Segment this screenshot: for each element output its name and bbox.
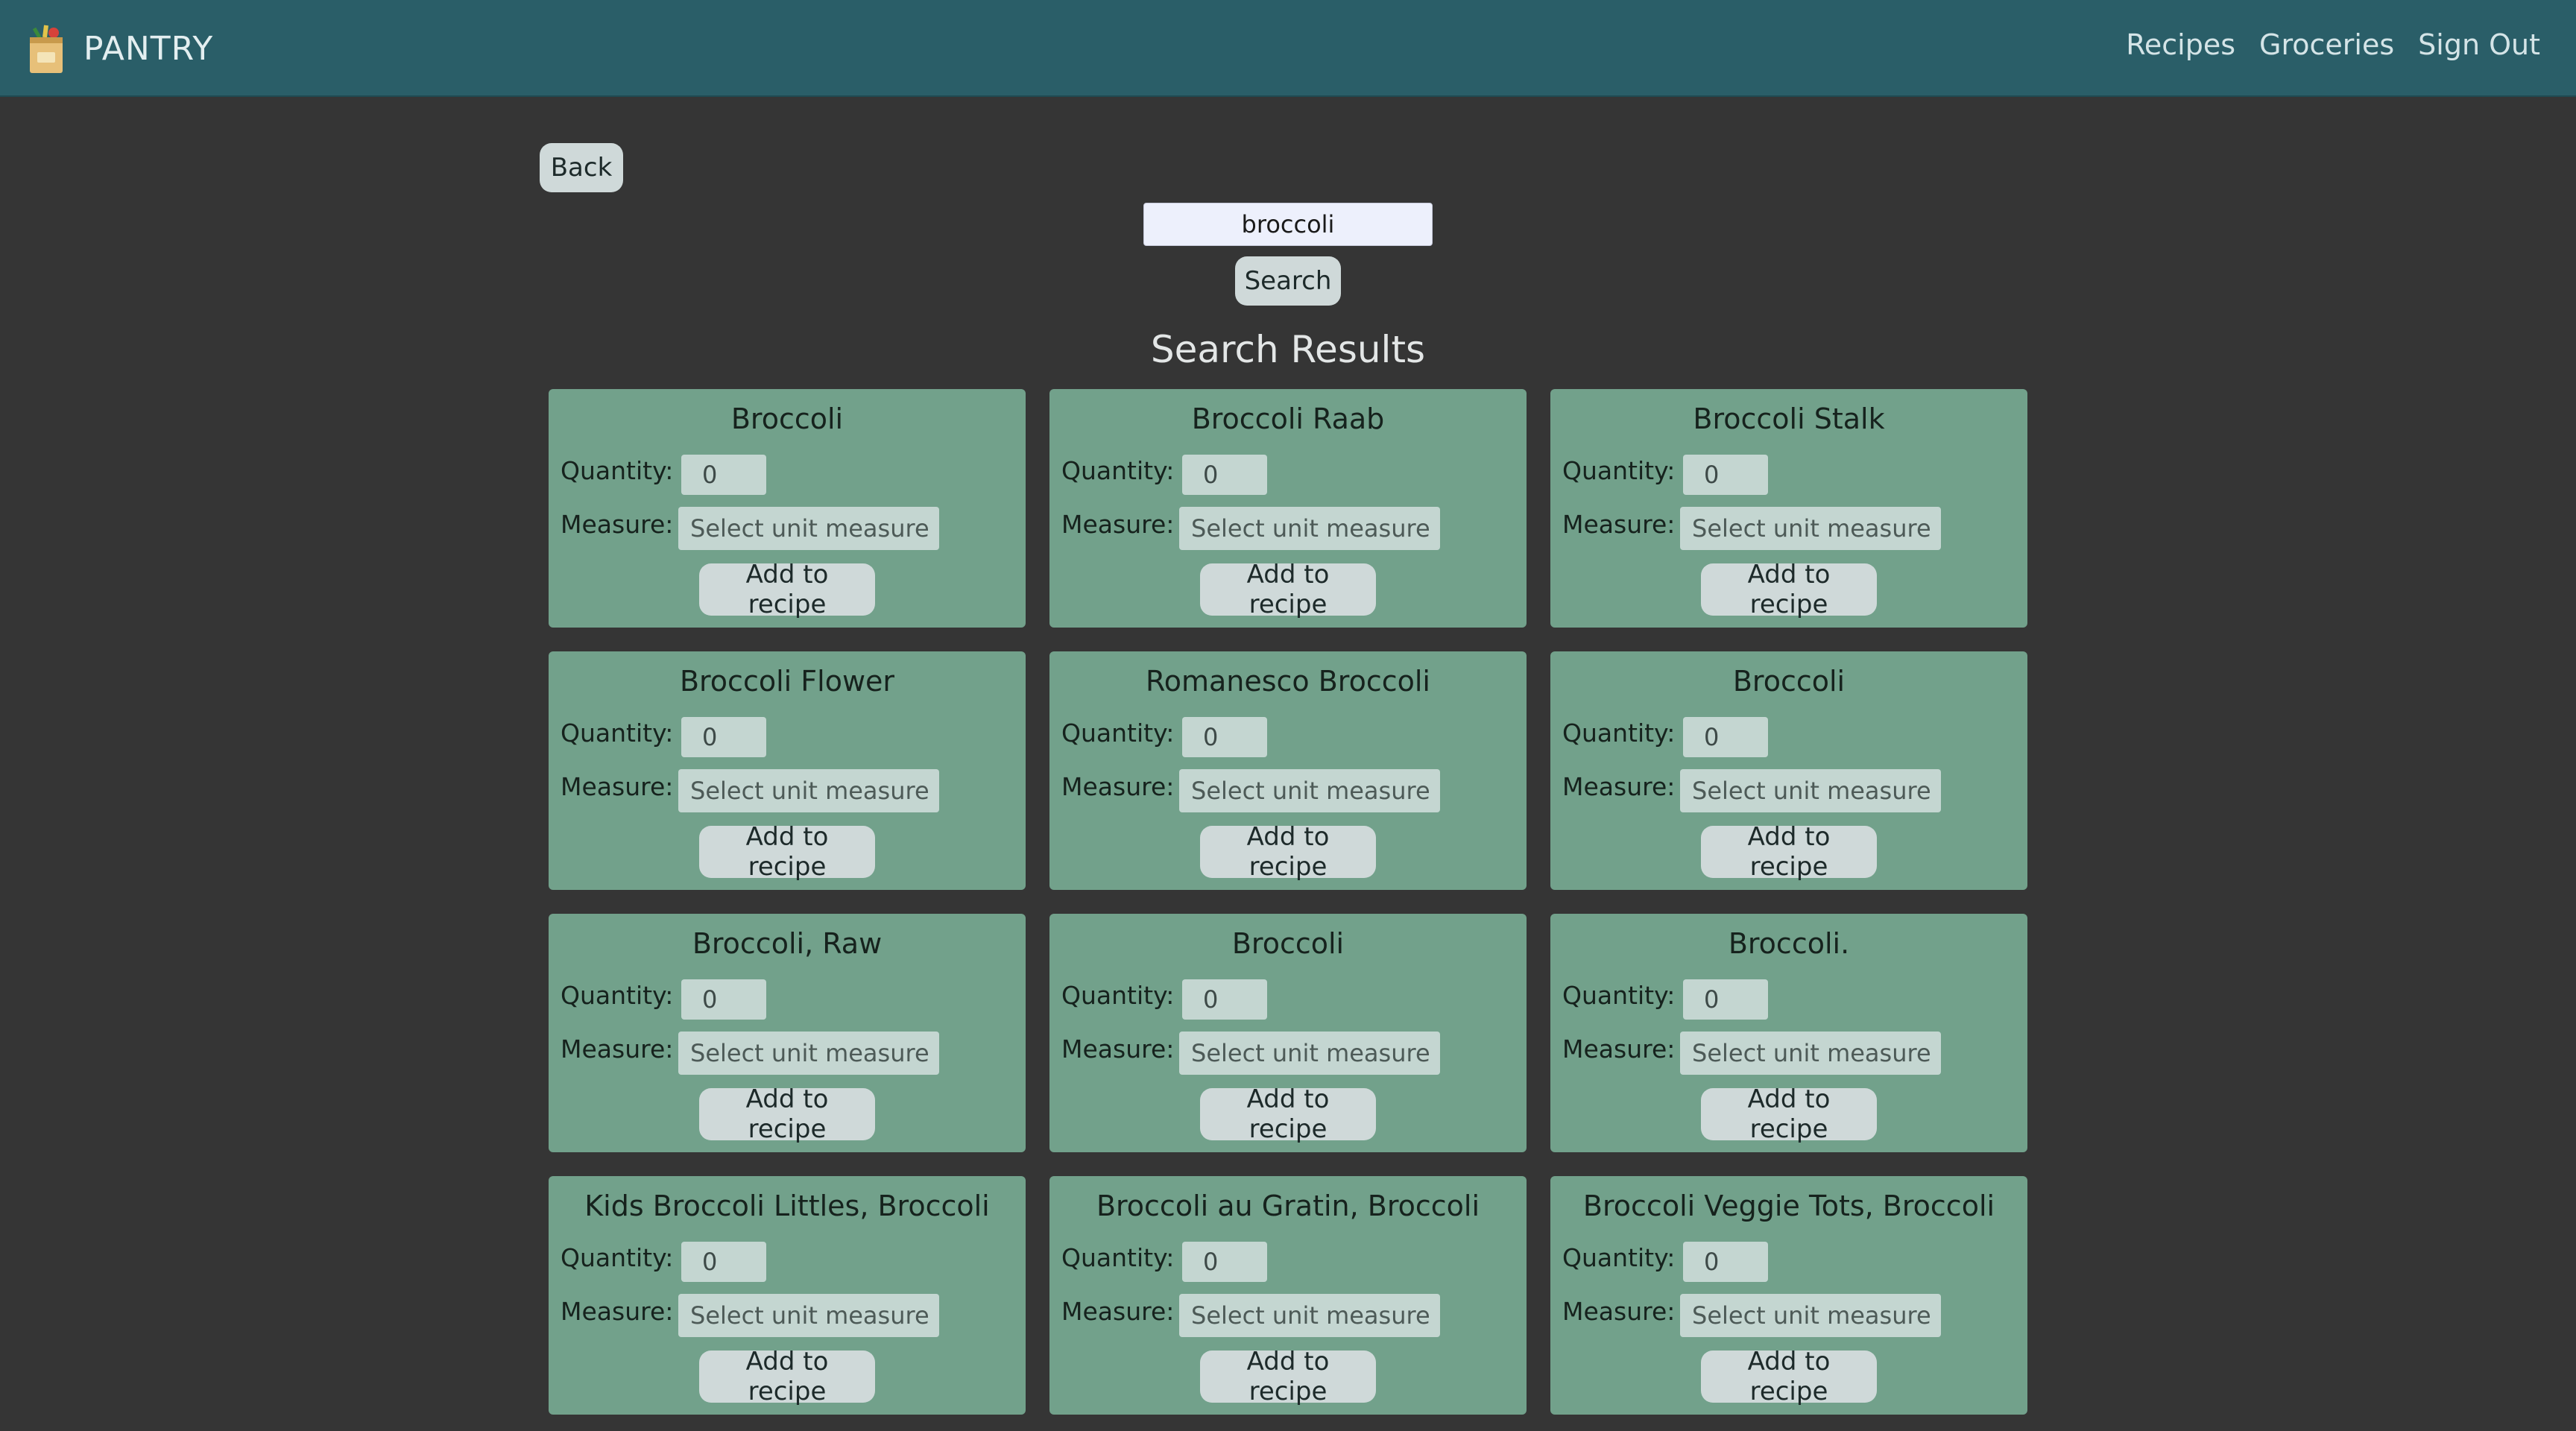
result-card: Broccoli au Gratin, Broccoli Quantity: Mea… <box>1049 1176 1527 1415</box>
measure-label: Measure: <box>1562 510 1676 539</box>
result-card: Broccoli, Raw Quantity: Measure:Select uni… <box>549 914 1026 1152</box>
add-to-recipe-button[interactable]: Add to recipe <box>1200 822 1376 882</box>
result-card: Broccoli FlowerQuantity: Measure:Select u… <box>549 651 1026 890</box>
quantity-label: Quantity: <box>1562 456 1676 485</box>
results-title: Search Results <box>1150 328 1426 371</box>
pantry-bag-icon <box>24 22 69 75</box>
nav-link-groceries[interactable]: Groceries <box>2259 28 2394 61</box>
nav-link-recipes[interactable]: Recipes <box>2126 28 2235 61</box>
quantity-input[interactable] <box>1683 717 1768 757</box>
quantity-label: Quantity: <box>1562 718 1676 748</box>
quantity-label: Quantity: <box>561 981 674 1010</box>
add-to-recipe-button[interactable]: Add to recipe <box>1200 560 1376 619</box>
search-button[interactable]: Search <box>1235 256 1341 306</box>
quantity-input[interactable] <box>681 979 766 1020</box>
quantity-input[interactable] <box>1683 979 1768 1020</box>
quantity-input[interactable] <box>681 1242 766 1282</box>
brand-name: PANTRY <box>83 29 214 68</box>
ingredient-name: Broccoli au Gratin, Broccoli <box>1096 1190 1480 1222</box>
result-card: Broccoli Veggie Tots, Broccoli Quantity: M… <box>1550 1176 2027 1415</box>
result-card: Kids Broccoli Littles, Broccoli Quantity:… <box>549 1176 1026 1415</box>
measure-select[interactable]: Select unit measure <box>1680 769 1941 812</box>
quantity-label: Quantity: <box>1562 981 1676 1010</box>
quantity-label: Quantity: <box>1061 981 1175 1010</box>
measure-label: Measure: <box>561 772 674 801</box>
add-to-recipe-button[interactable]: Add to recipe <box>699 560 875 619</box>
ingredient-name: Broccoli Stalk <box>1693 402 1885 435</box>
quantity-input[interactable] <box>1182 455 1267 495</box>
nav-links: Recipes Groceries Sign Out <box>2126 28 2540 61</box>
quantity-label: Quantity: <box>561 718 674 748</box>
search-input[interactable] <box>1143 203 1433 246</box>
quantity-label: Quantity: <box>561 456 674 485</box>
measure-label: Measure: <box>561 1034 674 1064</box>
nav-link-sign-out[interactable]: Sign Out <box>2418 28 2540 61</box>
quantity-input[interactable] <box>1182 979 1267 1020</box>
add-to-recipe-button[interactable]: Add to recipe <box>1200 1084 1376 1144</box>
result-card: Broccoli Raab Quantity: Measure:Select uni… <box>1049 389 1527 628</box>
measure-label: Measure: <box>1061 510 1175 539</box>
quantity-input[interactable] <box>681 455 766 495</box>
add-to-recipe-button[interactable]: Add to recipe <box>1200 1347 1376 1406</box>
quantity-input[interactable] <box>1182 717 1267 757</box>
add-to-recipe-button[interactable]: Add to recipe <box>1701 822 1877 882</box>
measure-label: Measure: <box>1061 1297 1175 1326</box>
measure-label: Measure: <box>561 510 674 539</box>
top-navbar: PANTRY Recipes Groceries Sign Out <box>0 0 2576 97</box>
result-card: Broccoli Quantity: Measure:Select unit mea… <box>549 389 1026 628</box>
ingredient-name: Broccoli Flower <box>679 665 895 698</box>
measure-label: Measure: <box>1562 1297 1676 1326</box>
quantity-input[interactable] <box>1683 1242 1768 1282</box>
quantity-input[interactable] <box>1182 1242 1267 1282</box>
measure-select[interactable]: Select unit measure <box>1680 1032 1941 1075</box>
measure-select[interactable]: Select unit measure <box>1179 507 1440 550</box>
measure-select[interactable]: Select unit measure <box>1680 507 1941 550</box>
add-to-recipe-button[interactable]: Add to recipe <box>1701 560 1877 619</box>
measure-label: Measure: <box>561 1297 674 1326</box>
result-card: Romanesco Broccoli Quantity: Measure:Selec… <box>1049 651 1527 890</box>
measure-label: Measure: <box>1061 772 1175 801</box>
quantity-label: Quantity: <box>1061 718 1175 748</box>
measure-select[interactable]: Select unit measure <box>1680 1294 1941 1337</box>
quantity-label: Quantity: <box>1061 456 1175 485</box>
ingredient-name: Romanesco Broccoli <box>1146 665 1430 698</box>
ingredient-name: Broccoli <box>730 402 844 435</box>
result-card: Broccoli. Quantity: Measure:Select unit me… <box>1550 914 2027 1152</box>
ingredient-name: Broccoli Raab <box>1191 402 1385 435</box>
measure-label: Measure: <box>1562 1034 1676 1064</box>
ingredient-name: Broccoli, Raw <box>692 927 883 960</box>
measure-label: Measure: <box>1061 1034 1175 1064</box>
quantity-input[interactable] <box>1683 455 1768 495</box>
result-card: Broccoli Quantity: Measure:Select unit mea… <box>1550 651 2027 890</box>
brand[interactable]: PANTRY <box>24 22 213 75</box>
measure-select[interactable]: Select unit measure <box>678 1294 939 1337</box>
ingredient-name: Broccoli <box>1231 927 1345 960</box>
add-to-recipe-button[interactable]: Add to recipe <box>699 1084 875 1144</box>
add-to-recipe-button[interactable]: Add to recipe <box>699 1347 875 1406</box>
ingredient-name: Kids Broccoli Littles, Broccoli <box>584 1190 990 1222</box>
result-card: Broccoli Quantity: Measure:Select unit mea… <box>1049 914 1527 1152</box>
measure-select[interactable]: Select unit measure <box>678 769 939 812</box>
measure-select[interactable]: Select unit measure <box>1179 1032 1440 1075</box>
results-grid: BroccoliQuantity:Measure:Select unit mea… <box>549 389 2029 1415</box>
measure-select[interactable]: Select unit measure <box>678 507 939 550</box>
quantity-input[interactable] <box>681 717 766 757</box>
quantity-label: Quantity: <box>1061 1243 1175 1272</box>
add-to-recipe-button[interactable]: Add to recipe <box>699 822 875 882</box>
ingredient-name: Broccoli Veggie Tots, Broccoli <box>1582 1190 1995 1222</box>
ingredient-name: Broccoli. <box>1728 927 1850 960</box>
result-card: Broccoli Stalk Quantity: Measure:Select un… <box>1550 389 2027 628</box>
measure-select[interactable]: Select unit measure <box>678 1032 939 1075</box>
ingredient-name: Broccoli <box>1732 665 1846 698</box>
quantity-label: Quantity: <box>561 1243 674 1272</box>
measure-select[interactable]: Select unit measure <box>1179 1294 1440 1337</box>
add-to-recipe-button[interactable]: Add to recipe <box>1701 1084 1877 1144</box>
back-button[interactable]: Back <box>540 143 623 192</box>
measure-label: Measure: <box>1562 772 1676 801</box>
quantity-label: Quantity: <box>1562 1243 1676 1272</box>
measure-select[interactable]: Select unit measure <box>1179 769 1440 812</box>
add-to-recipe-button[interactable]: Add to recipe <box>1701 1347 1877 1406</box>
